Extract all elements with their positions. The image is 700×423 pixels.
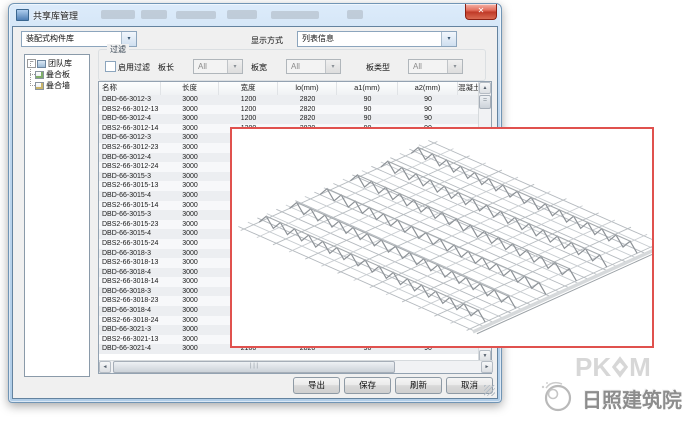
pkpm-logo: PKM (575, 354, 651, 380)
library-tree: −团队库 叠合板叠合墙 (24, 54, 90, 377)
display-mode-label: 显示方式 (251, 35, 283, 46)
organization-name: 日照建筑院 (582, 384, 682, 413)
chevron-down-icon: ▾ (441, 32, 456, 46)
tree-root-team-library[interactable]: −团队库 (25, 58, 89, 69)
column-header-4[interactable]: a1(mm) (337, 82, 398, 95)
resize-grip[interactable] (484, 385, 495, 396)
table-row[interactable]: DBD-66-3012-33000120028209090 (99, 95, 480, 105)
slab-icon (35, 71, 44, 79)
wall-icon (35, 82, 44, 90)
close-button[interactable]: ✕ (465, 4, 497, 20)
filter-label-1: 板宽 (251, 62, 267, 73)
save-button[interactable]: 保存 (344, 377, 391, 394)
scroll-up-icon[interactable]: ▲ (479, 82, 491, 94)
pkpm-diamond-icon (611, 355, 629, 379)
tree-collapse-icon[interactable]: − (27, 59, 36, 68)
table-row[interactable]: DBS2-66-3012-133000120028209090 (99, 105, 480, 115)
export-button[interactable]: 导出 (293, 377, 340, 394)
chevron-down-icon: ▾ (227, 60, 242, 73)
column-header-6[interactable]: 混凝土 (458, 82, 480, 95)
filter-combobox-0[interactable]: All▾ (193, 59, 243, 74)
tree-item-wall[interactable]: 叠合墙 (35, 80, 89, 91)
column-header-1[interactable]: 长度 (161, 82, 219, 95)
organization-watermark: 日照建筑院 (538, 378, 576, 419)
chevron-down-icon: ▾ (325, 60, 340, 73)
desktop-background: 共享库管理 ✕ 装配式构件库 ▾ 显示方式 列表信息 ▾ −团队库 (0, 0, 700, 423)
tree-item-slab[interactable]: 叠合板 (35, 69, 89, 80)
preview-image-panel (230, 127, 654, 348)
horizontal-scroll-thumb[interactable] (113, 361, 395, 373)
display-mode-combobox[interactable]: 列表信息 ▾ (297, 31, 457, 47)
background-window-remnant (101, 10, 135, 19)
horizontal-scrollbar[interactable]: ◄ ► (99, 360, 493, 373)
close-icon: ✕ (478, 6, 485, 15)
filter-label-0: 板长 (158, 62, 174, 73)
chevron-down-icon: ▾ (447, 60, 462, 73)
column-header-3[interactable]: lo(mm) (278, 82, 337, 95)
scroll-right-icon[interactable]: ► (481, 361, 493, 373)
filter-legend: 过滤 (107, 44, 129, 55)
library-icon (37, 60, 46, 68)
display-mode-value: 列表信息 (302, 34, 334, 43)
filter-combobox-2[interactable]: All▾ (408, 59, 463, 74)
background-window-remnant (347, 10, 363, 19)
column-header-5[interactable]: a2(mm) (398, 82, 458, 95)
window-icon (16, 9, 29, 21)
column-header-0[interactable]: 名称 (99, 82, 161, 95)
filter-label-2: 板类型 (366, 62, 390, 73)
table-header: 名称长度宽度lo(mm)a1(mm)a2(mm)混凝土 (99, 82, 480, 96)
enable-filter-label: 启用过滤 (118, 62, 150, 73)
background-window-remnant (176, 11, 216, 19)
dialog-titlebar[interactable]: 共享库管理 ✕ (9, 4, 501, 26)
library-type-value: 装配式构件库 (26, 34, 74, 43)
background-window-remnant (227, 10, 257, 19)
background-window-remnant (141, 10, 167, 19)
filter-groupbox: 过滤 启用过滤 板长All▾板宽All▾板类型All▾ (98, 49, 486, 81)
truss-deck-wireframe (232, 129, 652, 346)
column-header-2[interactable]: 宽度 (219, 82, 278, 95)
rizhao-logo-icon (538, 378, 576, 414)
enable-filter-checkbox[interactable] (105, 61, 116, 72)
scroll-left-icon[interactable]: ◄ (99, 361, 111, 373)
table-row[interactable]: DBD-66-3012-43000120028209090 (99, 114, 480, 124)
vertical-scroll-thumb[interactable] (479, 95, 491, 109)
dialog-title: 共享库管理 (33, 9, 78, 22)
refresh-button[interactable]: 刷新 (395, 377, 442, 394)
background-window-remnant (271, 11, 319, 19)
filter-combobox-1[interactable]: All▾ (286, 59, 341, 74)
